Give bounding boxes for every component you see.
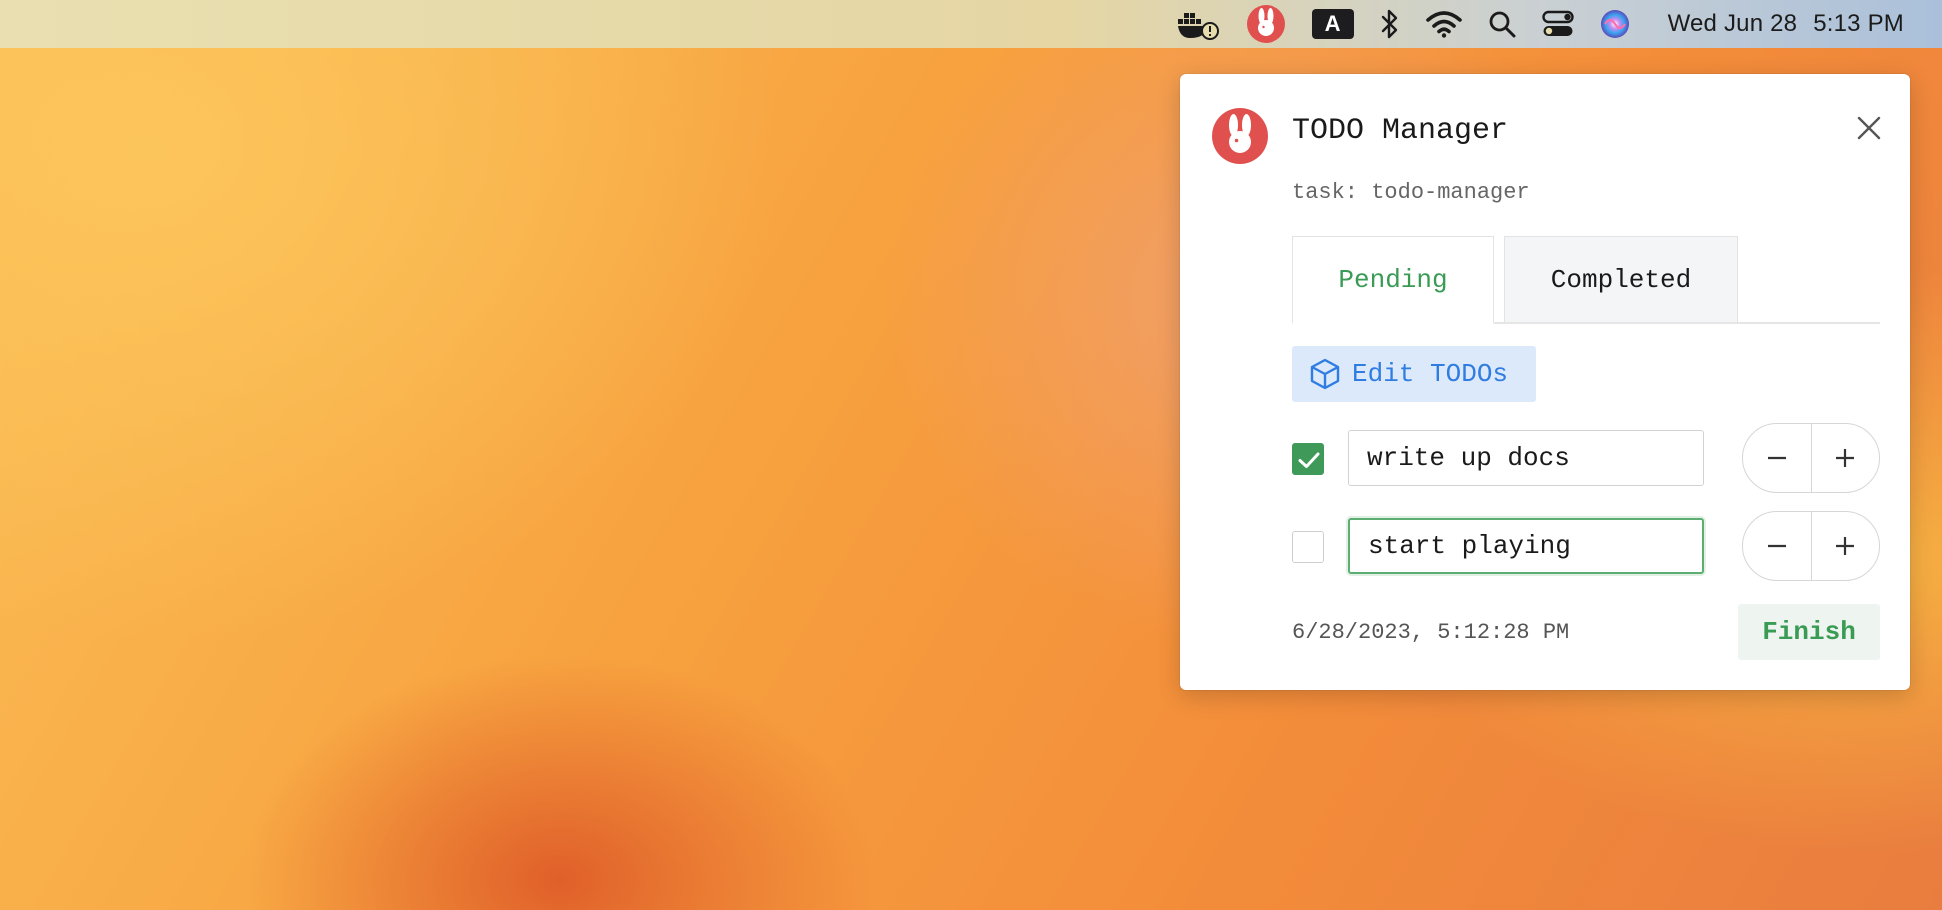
todo-manager-popover: TODO Manager task: todo-manager Pending …: [1180, 74, 1910, 690]
increment-button[interactable]: [1812, 424, 1880, 492]
docker-alert-icon[interactable]: [1177, 0, 1220, 48]
cube-icon: [1310, 358, 1340, 390]
bluetooth-icon[interactable]: [1380, 0, 1400, 48]
rabbit-app-logo-icon: [1212, 108, 1268, 164]
spotlight-search-icon[interactable]: [1488, 0, 1516, 48]
wifi-icon[interactable]: [1425, 0, 1462, 48]
timestamp: 6/28/2023, 5:12:28 PM: [1292, 620, 1570, 645]
control-center-icon[interactable]: [1541, 0, 1574, 48]
siri-icon[interactable]: [1600, 0, 1630, 48]
increment-button[interactable]: [1812, 512, 1880, 580]
todo-input-1[interactable]: [1348, 430, 1704, 486]
todo-stepper-2: [1742, 511, 1880, 581]
edit-todos-label: Edit TODOs: [1352, 359, 1509, 389]
edit-todos-button[interactable]: Edit TODOs: [1292, 346, 1536, 402]
close-button[interactable]: [1851, 110, 1887, 146]
tab-bar: Pending Completed: [1292, 236, 1880, 324]
checkmark-icon: [1298, 452, 1320, 468]
todo-stepper-1: [1742, 423, 1880, 493]
close-icon: [1857, 116, 1881, 140]
rabbit-app-icon[interactable]: [1246, 0, 1286, 48]
todo-checkbox-2[interactable]: [1292, 531, 1324, 563]
menu-bar-clock[interactable]: Wed Jun 28 5:13 PM: [1668, 10, 1904, 38]
menu-bar: A Wed Jun 28 5:13 PM: [0, 0, 1942, 48]
tab-completed[interactable]: Completed: [1504, 236, 1738, 322]
input-source-icon[interactable]: A: [1311, 0, 1354, 48]
tab-pending[interactable]: Pending: [1292, 236, 1494, 324]
clock-time: 5:13 PM: [1813, 10, 1904, 37]
todo-checkbox-1[interactable]: [1292, 443, 1324, 475]
todo-input-2[interactable]: [1348, 518, 1704, 574]
decrement-button[interactable]: [1743, 424, 1812, 492]
minus-icon: [1767, 456, 1786, 460]
minus-icon: [1767, 544, 1786, 548]
decrement-button[interactable]: [1743, 512, 1812, 580]
popover-title: TODO Manager: [1292, 114, 1509, 148]
input-source-letter: A: [1311, 9, 1354, 39]
clock-date: Wed Jun 28: [1667, 10, 1798, 37]
task-subtitle: task: todo-manager: [1292, 180, 1530, 205]
finish-button[interactable]: Finish: [1738, 604, 1880, 660]
plus-icon: [1836, 449, 1855, 467]
plus-icon: [1836, 537, 1855, 555]
